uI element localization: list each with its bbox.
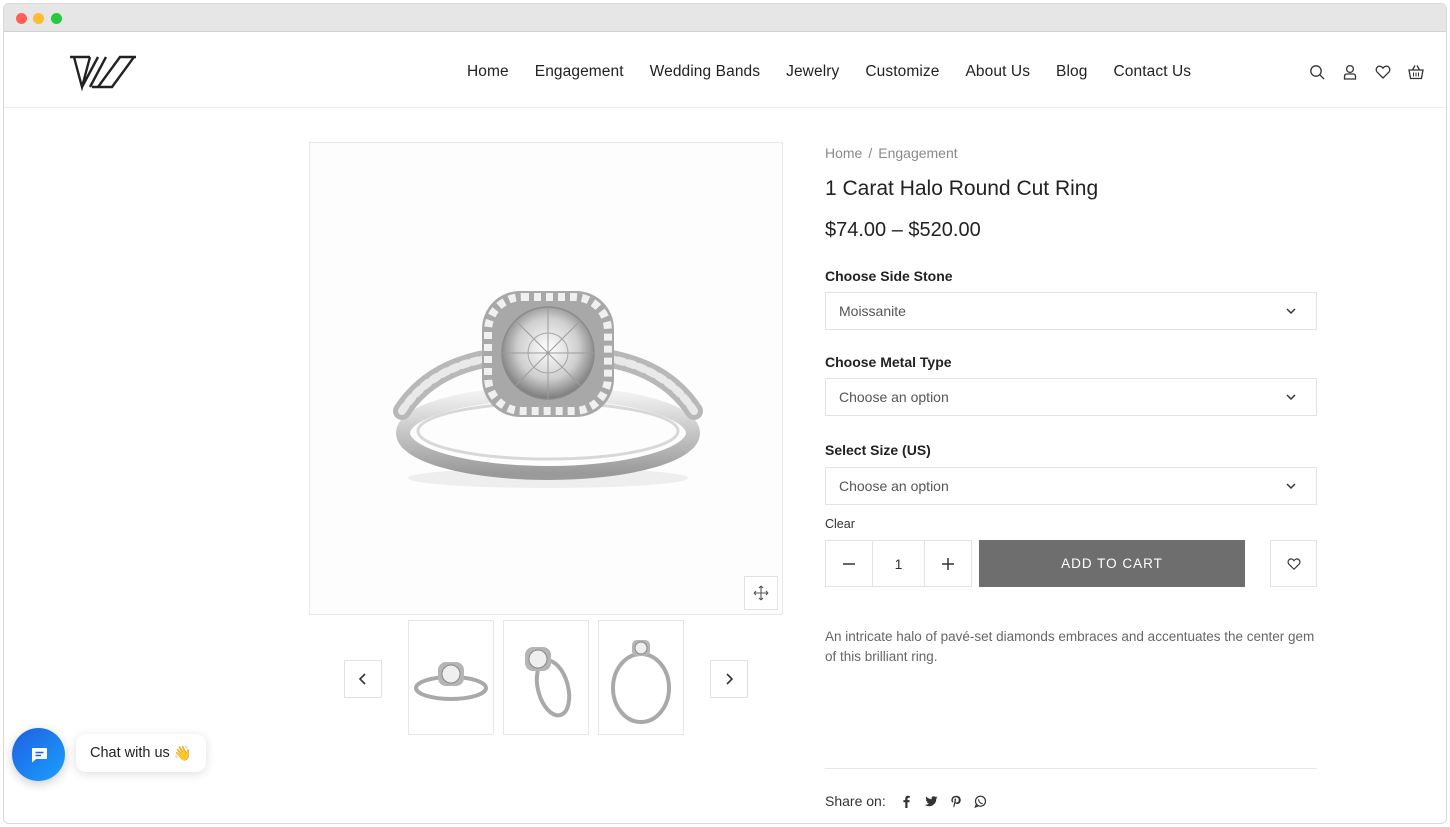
ring-thumbnail-front (414, 661, 488, 701)
nav-engagement[interactable]: Engagement (535, 63, 624, 81)
ring-image (393, 291, 703, 488)
product-price: $74.00 – $520.00 (825, 219, 981, 241)
size-value: Choose an option (839, 478, 949, 494)
thumbnail-next-button[interactable] (710, 660, 748, 698)
title-bar (4, 4, 1446, 32)
breadcrumb-home[interactable]: Home (825, 145, 862, 161)
thumbnail-carousel (344, 620, 748, 736)
metal-type-value: Choose an option (839, 389, 949, 405)
minimize-window-button[interactable] (33, 13, 44, 24)
nav-home[interactable]: Home (467, 63, 509, 81)
facebook-icon[interactable] (900, 795, 912, 808)
move-icon (753, 585, 769, 601)
whatsapp-icon[interactable] (973, 795, 987, 808)
chat-launcher-button[interactable] (12, 728, 65, 781)
thumbnail-3[interactable] (598, 620, 684, 735)
browser-window: Home Engagement Wedding Bands Jewelry Cu… (3, 3, 1447, 824)
nav-jewelry[interactable]: Jewelry (786, 63, 839, 81)
nav-customize[interactable]: Customize (865, 63, 939, 81)
share-label: Share on: (825, 793, 886, 809)
nav-blog[interactable]: Blog (1056, 63, 1087, 81)
site-header: Home Engagement Wedding Bands Jewelry Cu… (4, 33, 1446, 108)
nav-wedding-bands[interactable]: Wedding Bands (650, 63, 760, 81)
side-stone-value: Moissanite (839, 303, 906, 319)
heart-icon[interactable] (1375, 64, 1391, 80)
ring-thumbnail-side (611, 639, 671, 724)
quantity-decrease-button[interactable] (826, 541, 872, 586)
chevron-down-icon (1286, 308, 1296, 315)
breadcrumb-engagement[interactable]: Engagement (878, 145, 957, 161)
add-to-wishlist-button[interactable] (1270, 540, 1317, 587)
size-label: Select Size (US) (825, 442, 931, 458)
clear-options-link[interactable]: Clear (825, 517, 855, 531)
plus-icon (942, 557, 954, 570)
side-stone-label: Choose Side Stone (825, 268, 953, 284)
twitter-icon[interactable] (924, 795, 938, 808)
chevron-down-icon (1286, 483, 1296, 490)
chat-label-text: Chat with us (90, 745, 170, 761)
thumbnail-1[interactable] (408, 620, 494, 735)
breadcrumb-separator: / (868, 145, 873, 161)
logo-mark-icon (70, 55, 136, 92)
divider (825, 768, 1317, 769)
product-main-image[interactable] (309, 142, 783, 615)
metal-type-select[interactable]: Choose an option (825, 378, 1317, 416)
thumbnail-2[interactable] (503, 620, 589, 735)
share-icons (900, 795, 987, 808)
product-info: Home / Engagement 1 Carat Halo Round Cut… (825, 142, 1317, 809)
quantity-stepper: 1 (825, 540, 972, 587)
thumbnail-prev-button[interactable] (344, 660, 382, 698)
pinterest-icon[interactable] (950, 795, 962, 808)
chevron-down-icon (1286, 394, 1296, 401)
metal-type-label: Choose Metal Type (825, 354, 952, 370)
ring-thumbnail-angle (525, 646, 572, 717)
chevron-left-icon (358, 673, 366, 685)
nav-about-us[interactable]: About Us (965, 63, 1030, 81)
maximize-window-button[interactable] (51, 13, 62, 24)
zoom-button[interactable] (744, 576, 778, 610)
size-select[interactable]: Choose an option (825, 467, 1317, 505)
add-to-cart-button[interactable]: ADD TO CART (979, 540, 1245, 587)
quantity-input[interactable]: 1 (872, 541, 925, 586)
close-window-button[interactable] (16, 13, 27, 24)
product-description: An intricate halo of pavé-set diamonds e… (825, 629, 1315, 664)
main-nav: Home Engagement Wedding Bands Jewelry Cu… (467, 63, 1191, 81)
chat-prompt[interactable]: Chat with us 👋 (76, 734, 206, 772)
chat-icon (31, 747, 47, 762)
share-bar: Share on: (825, 793, 987, 809)
product-title: 1 Carat Halo Round Cut Ring (825, 177, 1099, 200)
side-stone-select[interactable]: Moissanite (825, 292, 1317, 330)
breadcrumb: Home / Engagement (825, 145, 1317, 161)
basket-icon[interactable] (1408, 64, 1424, 80)
chevron-right-icon (726, 673, 734, 685)
nav-contact-us[interactable]: Contact Us (1113, 63, 1191, 81)
header-actions (1309, 64, 1424, 80)
search-icon[interactable] (1309, 64, 1325, 80)
heart-icon (1286, 557, 1301, 570)
quantity-increase-button[interactable] (925, 541, 971, 586)
minus-icon (843, 562, 855, 565)
site-logo[interactable] (68, 51, 138, 92)
wave-emoji-icon: 👋 (173, 745, 192, 762)
user-icon[interactable] (1342, 64, 1358, 80)
